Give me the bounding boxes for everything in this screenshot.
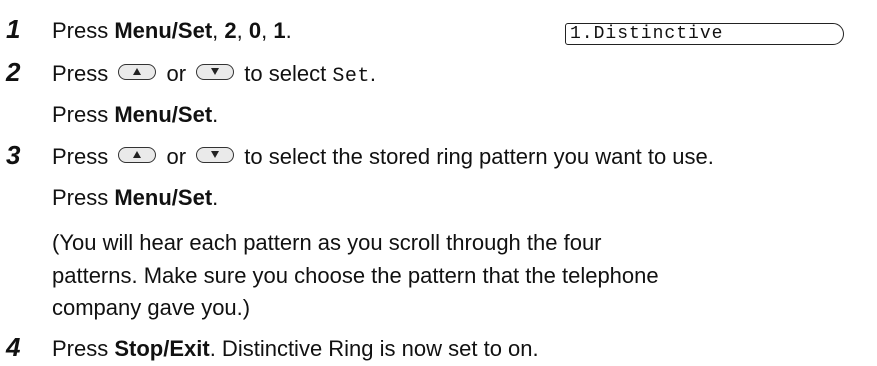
- key-0-label: 0: [248, 18, 262, 43]
- text: .: [285, 18, 292, 43]
- text: Press: [52, 18, 115, 43]
- step-3-number: 3: [6, 140, 21, 170]
- text: .: [212, 185, 219, 210]
- step-2-number: 2: [6, 57, 21, 87]
- key-1-label: 1: [273, 18, 286, 43]
- lcd-display: 1.Distinctive: [565, 23, 844, 45]
- up-arrow-key-icon: [118, 64, 157, 80]
- step-2-line-1: Press or to select Set.: [52, 63, 376, 87]
- set-option-value: Set: [332, 65, 370, 88]
- text: Press: [52, 102, 115, 127]
- text: Press: [52, 185, 115, 210]
- text: Press: [52, 336, 115, 361]
- step-2-line-2: Press Menu/Set.: [52, 104, 218, 126]
- text: .: [212, 102, 219, 127]
- step-3-note-line-3: company gave you.): [52, 295, 251, 320]
- step-1-number: 1: [6, 14, 21, 44]
- text: ,: [236, 18, 249, 43]
- step-1-line: Press Menu/Set, 2, 0, 1.: [52, 20, 292, 42]
- down-arrow-key-icon: [196, 64, 235, 80]
- stop-exit-key-label: Stop/Exit: [114, 336, 210, 361]
- step-3-note-line-2: patterns. Make sure you choose the patte…: [52, 263, 659, 288]
- menu-set-key-label: Menu/Set: [114, 18, 213, 43]
- text: to select the stored ring pattern you wa…: [238, 144, 714, 169]
- step-4-line: Press Stop/Exit. Distinctive Ring is now…: [52, 338, 539, 360]
- text: ,: [261, 18, 274, 43]
- key-2-label: 2: [224, 18, 237, 43]
- step-3-line-1: Press or to select the stored ring patte…: [52, 146, 714, 168]
- up-arrow-key-icon: [118, 147, 157, 163]
- text: . Distinctive Ring is now set to on.: [209, 336, 539, 361]
- text: ,: [212, 18, 225, 43]
- step-3-note-line-1: (You will hear each pattern as you scrol…: [52, 230, 602, 255]
- step-4-number: 4: [6, 332, 21, 362]
- text: or: [160, 61, 193, 86]
- text: Press: [52, 144, 115, 169]
- text: .: [369, 61, 376, 86]
- step-3-line-2: Press Menu/Set.: [52, 187, 218, 209]
- down-arrow-key-icon: [196, 147, 235, 163]
- text: Press: [52, 61, 115, 86]
- text: to select: [238, 61, 333, 86]
- text: or: [160, 144, 193, 169]
- menu-set-key-label: Menu/Set: [114, 185, 213, 210]
- menu-set-key-label: Menu/Set: [114, 102, 213, 127]
